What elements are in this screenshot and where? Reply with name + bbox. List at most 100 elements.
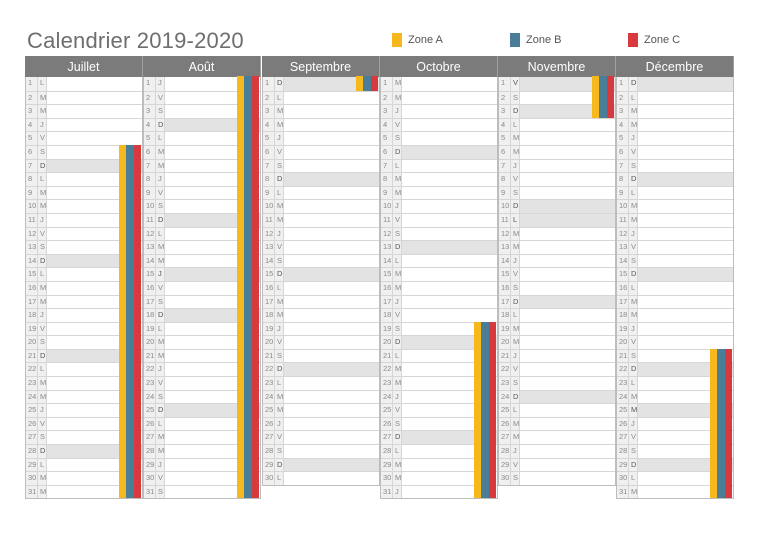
day-row: 19 L [144,321,260,336]
zone-a-holiday-bar [237,321,245,336]
day-of-week: J [156,173,165,186]
day-of-week: L [38,363,47,377]
day-of-week: V [629,241,638,254]
day-number: 12 [144,227,156,241]
day-number: 28 [263,445,275,458]
day-of-week: L [38,173,47,186]
day-number: 20 [144,336,156,349]
zone-b-holiday-bar [717,362,725,377]
day-row: 25 M [617,403,733,417]
school-holiday-bars [237,104,259,118]
day-number: 27 [26,431,38,445]
day-row: 29 L [26,457,142,472]
day-row: 27 V [263,430,379,445]
day-note-cell [520,200,615,213]
day-number: 22 [617,363,629,377]
zone-c-holiday-bar [488,471,496,485]
day-row: 10 M [26,199,142,213]
day-of-week: S [393,132,402,145]
day-number: 14 [263,254,275,268]
day-number: 27 [381,431,393,445]
day-of-week: M [511,336,520,349]
day-of-week: M [275,404,284,417]
zone-c-holiday-bar [133,471,141,485]
day-of-week: M [629,118,638,132]
day-of-week: D [629,268,638,281]
day-row: 20 V [263,335,379,349]
day-note-cell [402,173,497,186]
day-number: 11 [144,213,156,227]
day-number: 6 [381,145,393,159]
day-number: 30 [381,472,393,485]
day-row: 4M [263,117,379,132]
zone-c-holiday-bar [251,389,259,404]
zone-a-holiday-bar [710,362,718,377]
day-row: 27 D [381,430,497,445]
day-row: 13 S [26,240,142,254]
zone-b-holiday-bar [717,471,725,485]
day-number: 6 [617,145,629,159]
zone-c-swatch-icon [628,33,638,47]
month-header: Novembre [498,56,616,77]
month-days: 1 J 2 V 3 S 4 D 5 L 6 M 7 M 8 J 9 V 10 S 11 D 12 L 13 M 14 M 15 J 16 V 1… [143,76,261,500]
zone-c-holiday-bar [251,416,259,431]
day-row: 24 D [499,389,615,404]
school-holiday-bars [119,308,141,322]
day-number: 17 [144,295,156,309]
day-number: 26 [617,417,629,431]
day-row: 14 D [26,253,142,268]
zone-c-holiday-bar [133,403,141,417]
day-note-cell [520,173,615,186]
day-of-week: L [156,227,165,241]
day-number: 12 [381,227,393,241]
zone-c-holiday-bar [724,484,732,499]
day-row: 16 S [499,280,615,295]
zone-b-holiday-bar [481,484,489,499]
zone-a-holiday-bar [119,403,127,417]
zone-b-holiday-bar [126,484,134,499]
day-number: 23 [144,377,156,390]
day-note-cell [402,105,497,118]
day-row: 7D [26,158,142,173]
day-of-week: V [393,118,402,132]
school-holiday-bars [237,172,259,186]
zone-c-holiday-bar [133,444,141,458]
day-number: 26 [381,417,393,431]
zone-a-holiday-bar [710,444,718,458]
day-of-week: S [511,186,520,200]
day-row: 13 V [263,240,379,254]
day-number: 19 [381,322,393,336]
school-holiday-bars [119,253,141,268]
day-note-cell [520,187,615,200]
day-note-cell [284,363,379,377]
day-note-cell [284,146,379,159]
day-number: 27 [144,431,156,445]
day-of-week: M [275,200,284,213]
zone-c-holiday-bar [133,348,141,363]
zone-b-holiday-bar [126,430,134,445]
day-of-week: V [275,241,284,254]
day-number: 13 [381,241,393,254]
day-number: 13 [263,241,275,254]
zone-a-holiday-bar [237,308,245,322]
day-of-week: J [629,417,638,431]
zone-b-holiday-bar [244,226,252,241]
day-number: 9 [26,186,38,200]
day-note-cell [47,105,142,118]
zone-b-holiday-bar [126,321,134,336]
zone-c-holiday-bar [488,389,496,404]
day-of-week: L [393,159,402,173]
zone-b-holiday-bar [126,348,134,363]
day-row: 1D [617,77,733,91]
day-of-week: L [511,118,520,132]
zone-c-holiday-bar [724,348,732,363]
day-of-week: D [393,336,402,349]
day-row: 13 M [144,240,260,254]
day-of-week: M [393,186,402,200]
day-row: 20 M [144,335,260,349]
day-row: 23 M [26,376,142,390]
day-row: 6V [263,144,379,159]
day-of-week: M [156,336,165,349]
day-of-week: V [511,173,520,186]
zone-b-holiday-bar [244,294,252,309]
